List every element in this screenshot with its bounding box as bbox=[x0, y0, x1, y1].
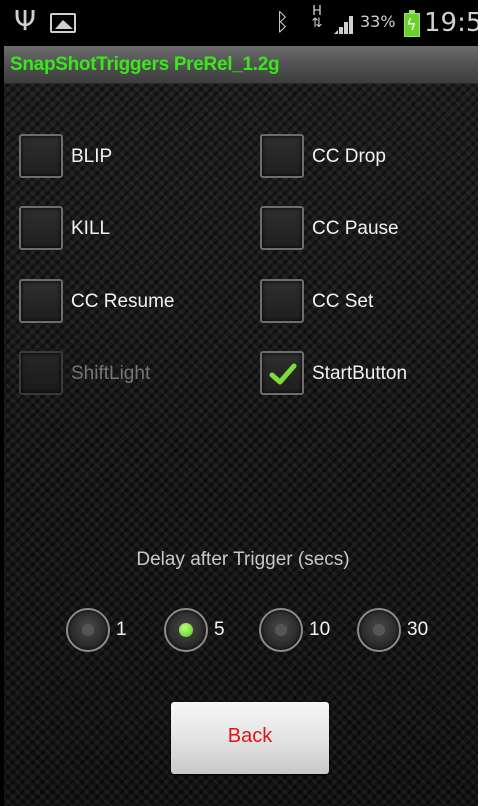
check-icon bbox=[269, 363, 297, 385]
bluetooth-icon: ᛒ bbox=[275, 8, 290, 36]
app-screen: Ψ ᛒ H⇅ 33% ϟ 19:50 SnapShotTriggers PreR… bbox=[0, 0, 486, 806]
status-bar: Ψ ᛒ H⇅ 33% ϟ 19:50 bbox=[0, 0, 486, 46]
checkbox-label: CC Pause bbox=[312, 218, 399, 239]
image-icon bbox=[50, 13, 76, 33]
checkbox-startbutton[interactable]: StartButton bbox=[260, 351, 460, 397]
title-bar: SnapShotTriggers PreRel_1.2g bbox=[0, 46, 478, 84]
radio-label: 5 bbox=[214, 619, 225, 640]
radio-label: 10 bbox=[309, 619, 331, 640]
checkbox-label: CC Resume bbox=[71, 291, 175, 312]
checkbox-label: ShiftLight bbox=[71, 363, 151, 384]
checkbox-label: BLIP bbox=[71, 146, 113, 167]
radio-label: 30 bbox=[407, 619, 429, 640]
radio-button[interactable] bbox=[357, 608, 401, 652]
hspa-icon: H ⇅ bbox=[311, 4, 323, 31]
signal-icon bbox=[334, 16, 353, 34]
checkbox-label: KILL bbox=[71, 218, 111, 239]
checkbox-box[interactable] bbox=[260, 206, 304, 250]
radio-button[interactable] bbox=[164, 608, 208, 652]
checkbox-box[interactable] bbox=[19, 134, 63, 178]
checkbox-blip[interactable]: BLIP bbox=[19, 134, 219, 180]
checkbox-box[interactable] bbox=[19, 206, 63, 250]
screen-edge bbox=[0, 0, 4, 806]
usb-icon: Ψ bbox=[14, 4, 37, 37]
checkbox-box[interactable] bbox=[260, 279, 304, 323]
checkbox-cc-resume[interactable]: CC Resume bbox=[19, 279, 219, 325]
checkbox-cc-drop[interactable]: CC Drop bbox=[260, 134, 460, 180]
checkbox-box[interactable] bbox=[19, 279, 63, 323]
delay-label: Delay after Trigger (secs) bbox=[136, 549, 350, 570]
checkbox-cc-set[interactable]: CC Set bbox=[260, 279, 460, 325]
checkbox-label: CC Set bbox=[312, 291, 374, 312]
battery-charging-icon: ϟ bbox=[404, 10, 420, 37]
checkbox-box[interactable] bbox=[260, 134, 304, 178]
app-title: SnapShotTriggers PreRel_1.2g bbox=[10, 54, 280, 75]
screen-border bbox=[478, 0, 486, 806]
radio-delay-30[interactable]: 30 bbox=[357, 608, 447, 652]
checkbox-cc-pause[interactable]: CC Pause bbox=[260, 206, 460, 252]
back-button-label: Back bbox=[227, 725, 273, 747]
radio-label: 1 bbox=[116, 619, 127, 640]
back-button[interactable]: Back bbox=[171, 702, 329, 774]
checkbox-kill[interactable]: KILL bbox=[19, 206, 219, 252]
checkbox-label: StartButton bbox=[312, 363, 408, 384]
battery-percent: 33% bbox=[360, 12, 396, 31]
radio-delay-5[interactable]: 5 bbox=[164, 608, 244, 652]
checkbox-shiftlight: ShiftLight bbox=[19, 351, 219, 397]
radio-button[interactable] bbox=[259, 608, 303, 652]
clock: 19:50 bbox=[424, 8, 486, 38]
checkbox-label: CC Drop bbox=[312, 146, 386, 167]
radio-delay-10[interactable]: 10 bbox=[259, 608, 349, 652]
radio-delay-1[interactable]: 1 bbox=[66, 608, 146, 652]
radio-button[interactable] bbox=[66, 608, 110, 652]
checkbox-box[interactable] bbox=[260, 351, 304, 395]
checkbox-box bbox=[19, 351, 63, 395]
